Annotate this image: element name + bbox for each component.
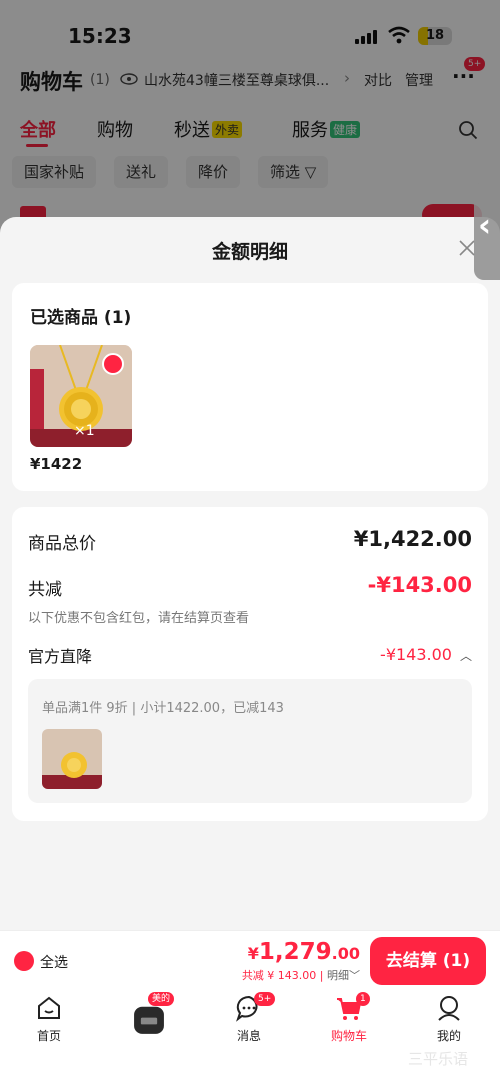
watermark: 三平乐语 (408, 1050, 469, 1068)
nav-meide[interactable]: 美的 (114, 992, 184, 1038)
selected-check-icon[interactable] (102, 353, 124, 375)
official-discount-value: -¥143.00 (380, 645, 452, 664)
chevron-left-icon: ‹ (478, 206, 492, 244)
nav-home[interactable]: 首页 (14, 994, 84, 1044)
chevron-up-icon: ︿ (459, 649, 472, 663)
price-breakdown-card: 商品总价 ¥1,422.00 共减 -¥143.00 以下优惠不包含红包，请在结… (12, 507, 488, 821)
checkout-button[interactable]: 去结算 (1) (370, 937, 486, 985)
side-drawer-handle[interactable]: ‹ (474, 182, 500, 280)
discount-label: 共减 (28, 580, 62, 600)
home-icon (38, 996, 60, 1019)
discount-value: -¥143.00 (367, 573, 472, 597)
gold-pendant-thumb (42, 729, 102, 789)
official-discount-label: 官方直降 (28, 647, 93, 666)
promo-detail-box: 单品满1件 9折 | 小计1422.00，已减143 (28, 679, 472, 803)
chevron-down-icon: ﹀ (349, 969, 360, 982)
sheet-title: 金额明细 (211, 241, 288, 263)
product-quantity: ×1 (74, 423, 95, 439)
cart-badge: 1 (356, 992, 370, 1006)
product-price: ¥1422 (30, 455, 83, 473)
meide-badge: 美的 (148, 992, 175, 1006)
discount-note: 以下优惠不包含红包，请在结算页查看 (28, 611, 250, 626)
selected-items-title: 已选商品 (1) (30, 308, 132, 328)
product-image[interactable]: ×1 (30, 345, 132, 447)
official-discount-toggle[interactable]: -¥143.00 ︿ (380, 645, 472, 664)
total-payable: ¥1,279.00 (247, 939, 360, 965)
discount-summary[interactable]: 共减 ¥ 143.00 | 明细﹀ (242, 967, 360, 983)
sheet-header: 金额明细 (0, 217, 500, 281)
nav-messages[interactable]: 5+ 消息 (214, 992, 284, 1044)
promo-detail-text: 单品满1件 9折 | 小计1422.00，已减143 (42, 701, 284, 716)
checkout-bar: 全选 ¥1,279.00 共减 ¥ 143.00 | 明细﹀ 去结算 (1) (0, 930, 500, 990)
bottom-nav: 首页 美的 5+ 消息 1 购物车 我的 (0, 990, 500, 1085)
selected-items-card: 已选商品 (1) ×1 ¥1422 (12, 283, 488, 491)
promo-product-image (42, 729, 102, 789)
nav-mine[interactable]: 我的 (414, 994, 484, 1044)
nav-cart[interactable]: 1 购物车 (314, 992, 384, 1044)
profile-icon (438, 996, 460, 1021)
total-price-label: 商品总价 (28, 534, 96, 554)
detail-link[interactable]: 明细 (327, 969, 349, 982)
select-all-checkbox[interactable] (14, 951, 34, 971)
select-all-label[interactable]: 全选 (40, 952, 68, 972)
total-price-value: ¥1,422.00 (353, 527, 472, 551)
messages-badge: 5+ (254, 992, 276, 1006)
